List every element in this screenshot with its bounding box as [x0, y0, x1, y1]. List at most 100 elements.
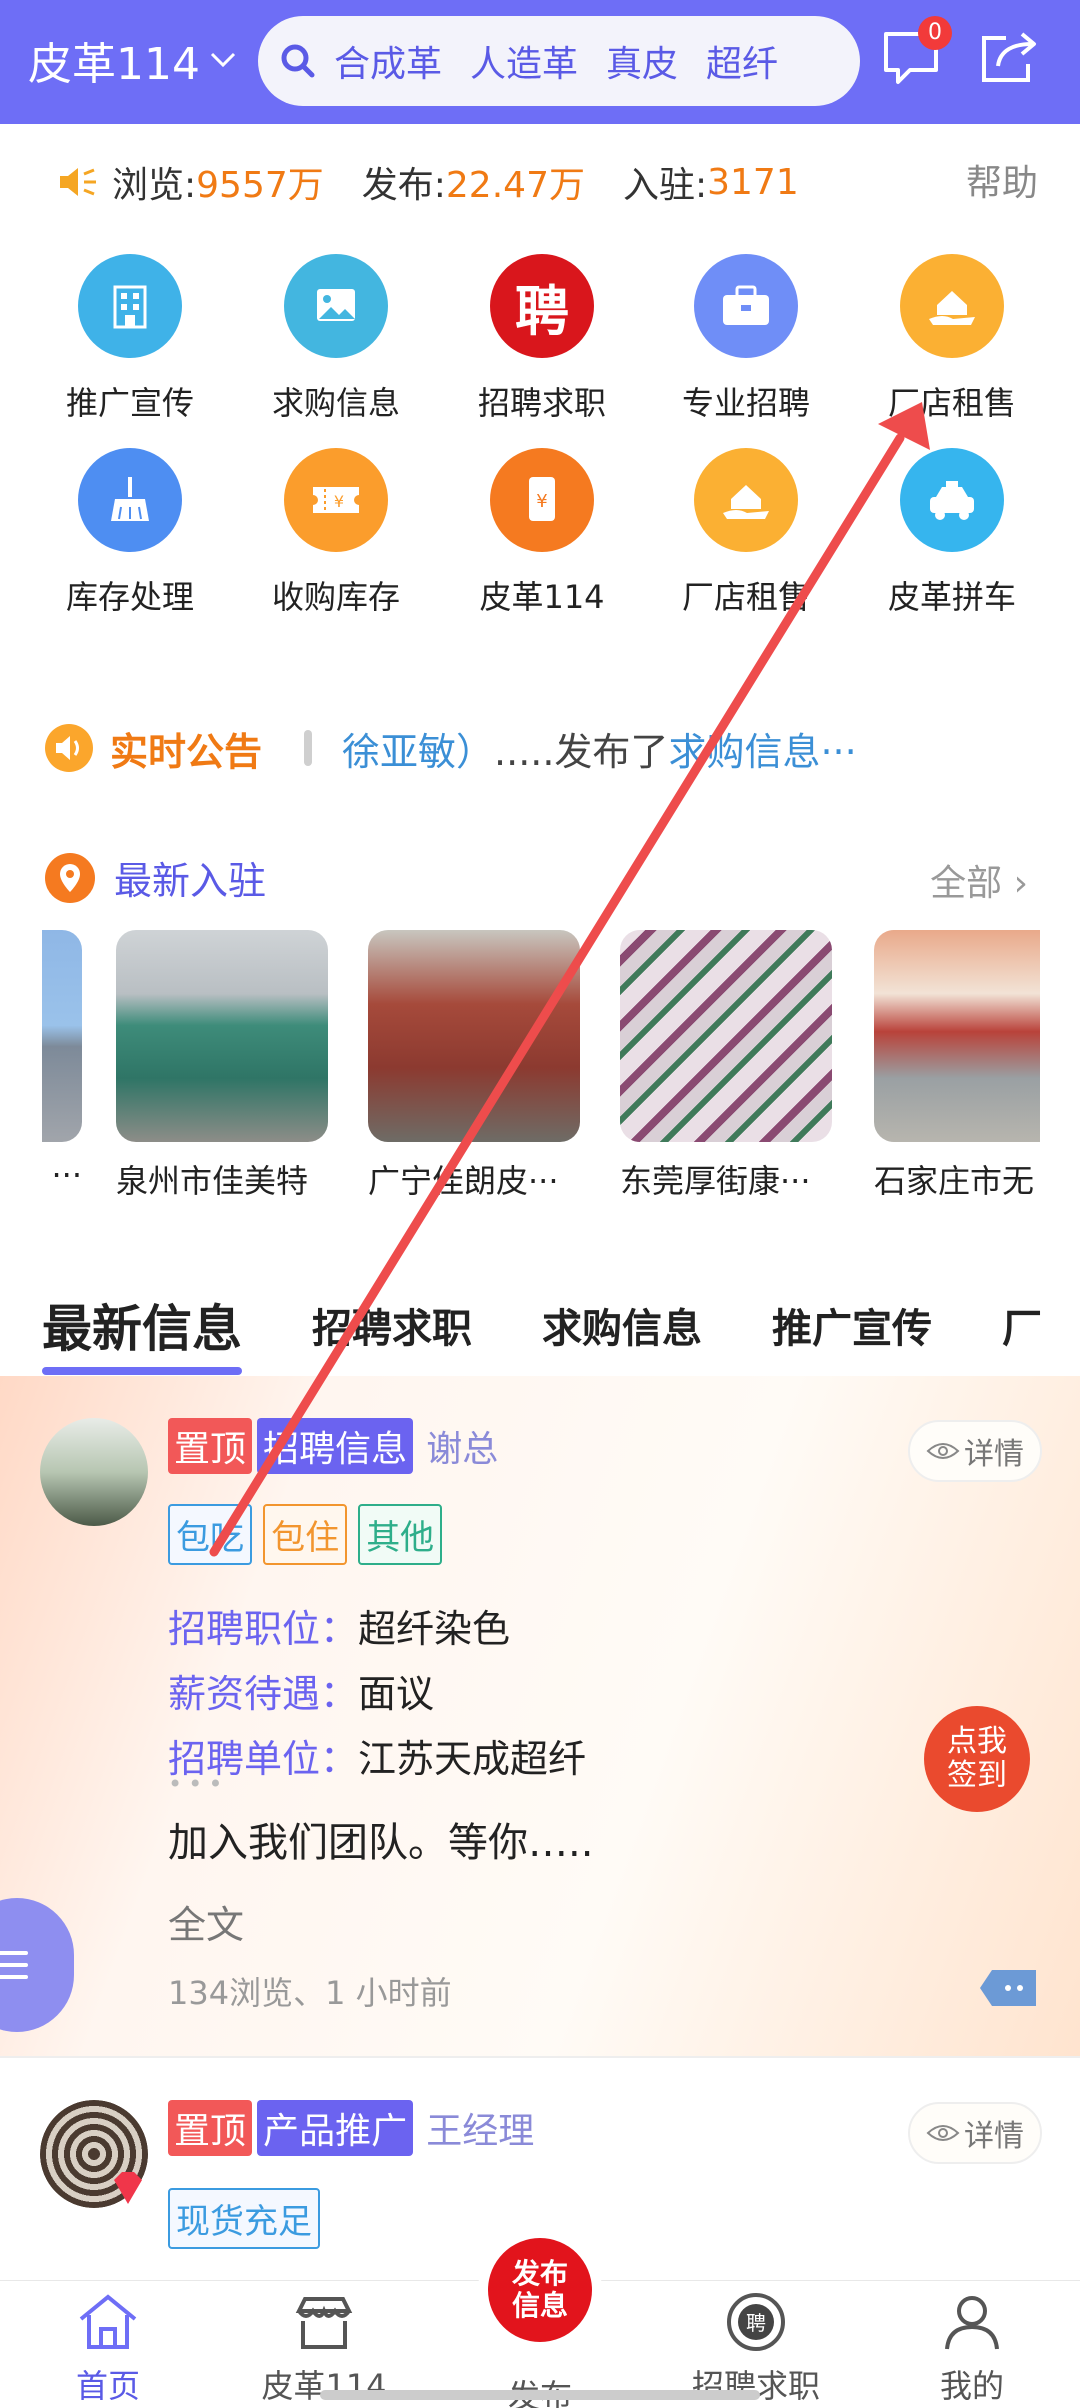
benefit-chip: 包住: [263, 1504, 348, 1565]
nav-mine[interactable]: 我的: [872, 2291, 1072, 2407]
join-card-caption: 石家庄市无: [874, 1162, 1035, 1200]
pinned-tag: 置顶: [168, 2100, 253, 2156]
field-key: 招聘职位：: [168, 1607, 359, 1651]
eye-icon: [926, 1443, 960, 1459]
category-tag: 招聘信息: [257, 1418, 414, 1474]
announcement-link[interactable]: 求购信息···: [668, 721, 856, 776]
category-leather114[interactable]: ¥ 皮革114: [442, 448, 642, 618]
nav-jobs-badge: 聘: [746, 2311, 766, 2335]
category-label: 厂店租售: [681, 578, 810, 616]
join-card[interactable]: 广宁佳朗皮···: [368, 930, 580, 1202]
benefit-chip: 现货充足: [168, 2188, 320, 2249]
detail-button[interactable]: 详情: [908, 2102, 1042, 2164]
announcement-text: .....发布了: [494, 729, 669, 774]
detail-label: 详情: [964, 2119, 1024, 2154]
category-buy-stock[interactable]: ¥ 收购库存: [236, 448, 436, 618]
newest-join-carousel[interactable]: ··· 泉州市佳美特 广宁佳朗皮··· 东莞厚街康··· 石家庄市无: [42, 930, 1040, 1210]
announcement-divider: [304, 730, 313, 766]
divider: [0, 2056, 1080, 2058]
sign-in-line2: 签到: [947, 1758, 1007, 1793]
category-rent-2[interactable]: 厂店租售: [646, 448, 846, 618]
app-root: 皮革114 合成革 人造革 真皮 超纤 0 浏览: 9557万 发布: 22.4…: [0, 0, 1080, 2408]
category-inventory[interactable]: 库存处理: [30, 448, 230, 618]
comment-icon[interactable]: [978, 1966, 1040, 2010]
nav-label: 皮革114: [261, 2367, 387, 2405]
post-description: 加入我们团队。等你…..: [168, 1820, 594, 1866]
category-purchase[interactable]: 求购信息: [236, 254, 436, 424]
shop-icon: [295, 2297, 353, 2349]
post-chips: 现货充足: [168, 2188, 326, 2249]
detail-button[interactable]: 详情: [908, 1420, 1042, 1482]
city-selector[interactable]: 皮革114: [28, 28, 240, 92]
post-chips: 包吃 包住 其他: [168, 1504, 448, 1565]
joined-value: 3171: [707, 161, 799, 203]
join-card[interactable]: ···: [42, 930, 82, 1194]
join-card-caption: 东莞厚街康···: [620, 1162, 811, 1200]
recruit-seal-icon: 聘: [490, 254, 594, 358]
field-value: 面议: [358, 1672, 435, 1716]
tab-promotion[interactable]: 推广宣传: [772, 1296, 932, 1354]
join-card[interactable]: 泉州市佳美特: [116, 930, 328, 1202]
announcement-user: 徐亚敏）: [342, 729, 495, 774]
newest-join-header: 最新入驻: [44, 850, 266, 905]
join-card[interactable]: 石家庄市无: [874, 930, 1040, 1202]
broom-icon: [78, 448, 182, 552]
help-link[interactable]: 帮助: [966, 154, 1038, 206]
nav-label: 我的: [939, 2367, 1004, 2405]
category-label: 专业招聘: [681, 384, 810, 422]
user-icon: [945, 2296, 999, 2350]
publish-button[interactable]: 发布 信息: [488, 2238, 592, 2342]
nav-label: 首页: [75, 2367, 140, 2405]
search-bar[interactable]: 合成革 人造革 真皮 超纤: [258, 16, 860, 106]
publish-line2: 信息: [511, 2289, 568, 2322]
svg-text:¥: ¥: [536, 491, 547, 512]
phone-yuan-icon: ¥: [490, 448, 594, 552]
join-card-caption: 广宁佳朗皮···: [368, 1162, 559, 1200]
category-label: 库存处理: [65, 578, 194, 616]
taxi-icon: [900, 448, 1004, 552]
image-icon: [284, 254, 388, 358]
ellipsis-dots: •••: [168, 1770, 229, 1798]
avatar[interactable]: [40, 1418, 148, 1526]
view-all-link[interactable]: 全部 ›: [930, 854, 1028, 906]
post-author[interactable]: 谢总: [426, 1429, 498, 1470]
category-label: 收购库存: [271, 578, 400, 616]
category-rent[interactable]: 厂店租售: [852, 254, 1052, 424]
building-icon: [78, 254, 182, 358]
joined-label: 入驻:: [622, 165, 708, 206]
field-value: 江苏天成超纤: [358, 1737, 587, 1781]
stats-bar: 浏览: 9557万 发布: 22.47万 入驻: 3171: [56, 152, 799, 212]
sign-in-button[interactable]: 点我 签到: [924, 1706, 1030, 1812]
full-text-link[interactable]: 全文: [168, 1894, 244, 1949]
chevron-down-icon: [210, 52, 236, 68]
search-keyword[interactable]: 真皮: [606, 35, 678, 87]
search-keyword[interactable]: 超纤: [706, 35, 778, 87]
tab-jobs[interactable]: 招聘求职: [312, 1296, 472, 1354]
post-fields: 招聘职位：超纤染色 薪资待遇：面议 招聘单位：江苏天成超纤: [168, 1588, 586, 1783]
category-carpool[interactable]: 皮革拼车: [852, 448, 1052, 618]
message-badge: 0: [918, 16, 952, 50]
tab-latest[interactable]: 最新信息: [42, 1289, 242, 1375]
house-hand-icon: [900, 254, 1004, 358]
announcement-bar[interactable]: 实时公告 徐亚敏） .....发布了 求购信息···: [44, 718, 857, 778]
tab-purchase[interactable]: 求购信息: [542, 1296, 702, 1354]
category-recruit[interactable]: 聘 招聘求职: [442, 254, 642, 424]
top-bar: 皮革114 合成革 人造革 真皮 超纤 0: [0, 0, 1080, 124]
benefit-chip: 其他: [358, 1504, 443, 1565]
join-card[interactable]: 东莞厚街康···: [620, 930, 832, 1202]
category-pro-recruit[interactable]: 专业招聘: [646, 254, 846, 424]
category-label: 推广宣传: [65, 384, 194, 422]
join-card-caption: 泉州市佳美特: [116, 1162, 309, 1200]
tab-rent[interactable]: 厂: [1002, 1296, 1042, 1354]
share-icon[interactable]: [976, 24, 1042, 90]
posts-value: 22.47万: [445, 165, 585, 206]
nav-label: 招聘求职: [691, 2367, 820, 2405]
search-keyword[interactable]: 合成革: [334, 35, 442, 87]
briefcase-icon: [694, 254, 798, 358]
nav-home[interactable]: 首页: [8, 2291, 208, 2407]
sign-in-line1: 点我: [947, 1724, 1007, 1759]
search-keyword[interactable]: 人造革: [470, 35, 578, 87]
category-promotion[interactable]: 推广宣传: [30, 254, 230, 424]
post-author[interactable]: 王经理: [426, 2111, 534, 2152]
field-position: 招聘职位：超纤染色: [168, 1598, 586, 1653]
